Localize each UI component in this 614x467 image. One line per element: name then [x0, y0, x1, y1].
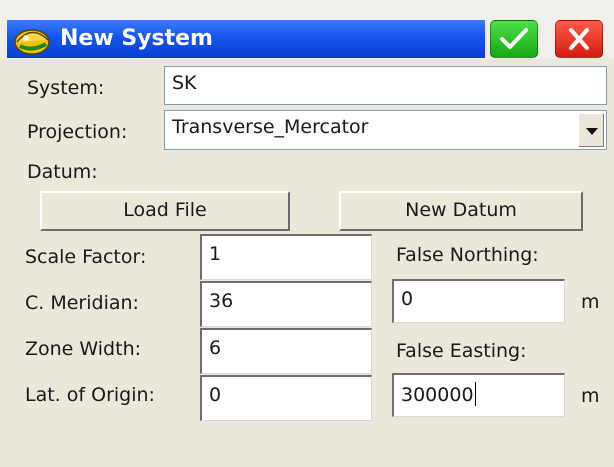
false-northing-input[interactable]: 0 — [392, 279, 565, 323]
scale-factor-value: 1 — [209, 243, 222, 265]
c-meridian-input[interactable]: 36 — [200, 281, 372, 327]
checkmark-icon — [500, 28, 528, 49]
projection-value: Transverse_Mercator — [172, 116, 369, 138]
projection-select[interactable]: Transverse_Mercator — [164, 110, 607, 150]
new-datum-button[interactable]: New Datum — [339, 191, 583, 231]
close-button[interactable] — [555, 20, 603, 58]
scale-factor-label: Scale Factor: — [25, 246, 147, 268]
zone-width-input[interactable]: 6 — [200, 328, 372, 374]
zone-width-value: 6 — [209, 337, 222, 359]
c-meridian-value: 36 — [209, 290, 234, 312]
false-easting-value: 300000 — [401, 384, 474, 406]
false-easting-input[interactable]: 300000 — [392, 373, 565, 417]
system-input[interactable]: SK — [164, 66, 607, 105]
false-northing-unit: m — [581, 291, 600, 313]
lat-origin-input[interactable]: 0 — [200, 375, 372, 421]
system-label: System: — [27, 77, 105, 99]
window-title: New System — [60, 26, 213, 51]
projection-label: Projection: — [27, 121, 128, 143]
system-value: SK — [172, 72, 197, 94]
datum-label: Datum: — [27, 161, 98, 183]
chevron-down-icon[interactable] — [578, 113, 604, 147]
load-file-button[interactable]: Load File — [40, 191, 290, 231]
scale-factor-input[interactable]: 1 — [200, 234, 372, 280]
c-meridian-label: C. Meridian: — [25, 292, 139, 314]
text-cursor — [474, 382, 476, 406]
false-easting-unit: m — [581, 385, 600, 407]
ok-button[interactable] — [490, 20, 538, 58]
surveyor-helmet-icon — [14, 29, 50, 55]
false-northing-value: 0 — [401, 288, 414, 310]
lat-origin-label: Lat. of Origin: — [25, 384, 155, 406]
false-easting-label: False Easting: — [396, 340, 527, 362]
close-icon — [569, 28, 589, 50]
lat-origin-value: 0 — [209, 384, 222, 406]
false-northing-label: False Northing: — [396, 244, 539, 266]
zone-width-label: Zone Width: — [25, 338, 142, 360]
title-bar: New System — [0, 0, 614, 59]
